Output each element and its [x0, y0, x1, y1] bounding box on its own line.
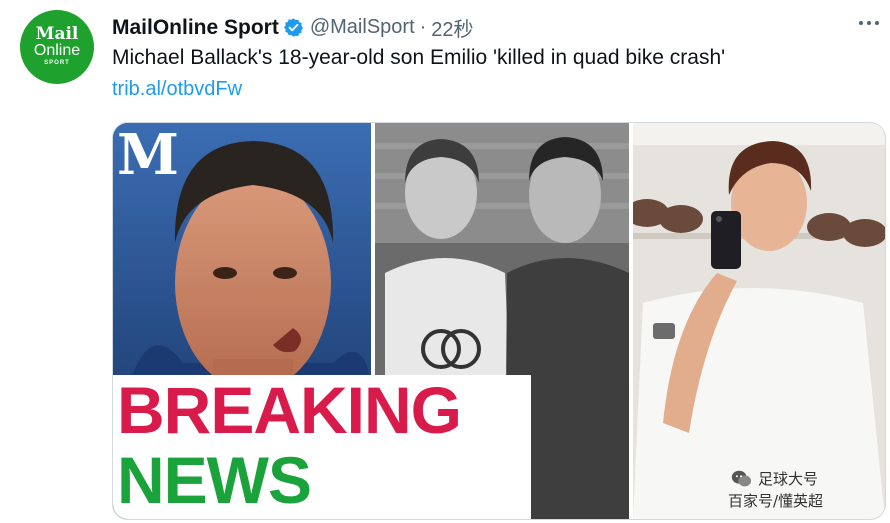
more-dot: [859, 21, 863, 25]
separator-dot: ·: [419, 16, 427, 38]
more-dot: [875, 21, 879, 25]
avatar-logo-sport: SPORT: [44, 59, 70, 66]
user-handle[interactable]: @MailSport: [310, 16, 415, 39]
media-photo-selfie[interactable]: [633, 123, 885, 519]
tweet-header: MailOnline Sport @MailSport · 22秒: [112, 13, 474, 42]
display-name[interactable]: MailOnline Sport: [112, 16, 279, 40]
selfie-illustration: [633, 123, 885, 519]
breaking-text: BREAKING: [117, 373, 462, 447]
media-grid[interactable]: M BREAKING NEWS: [112, 122, 886, 520]
tweet-text: Michael Ballack's 18-year-old son Emilio…: [112, 46, 726, 69]
wechat-icon: [731, 470, 752, 487]
avatar-logo-online: Online: [33, 41, 81, 59]
tweet-timestamp[interactable]: 22秒: [431, 13, 473, 42]
news-text: NEWS: [117, 443, 312, 517]
more-dot: [867, 21, 871, 25]
dailymail-logo: M: [117, 123, 179, 188]
verified-badge-icon: [283, 18, 303, 37]
more-options-icon[interactable]: [856, 12, 882, 34]
tweet-card[interactable]: Mail Online SPORT MailOnline Sport @Mail…: [0, 0, 890, 523]
tweet-link[interactable]: trib.al/otbvdFw: [112, 78, 242, 101]
avatar-logo-mail: Mail: [35, 23, 79, 44]
watermark: 足球大号: [730, 468, 818, 490]
watermark-line-1: 足球大号: [758, 470, 819, 488]
watermark-line-2: 百家号/懂英超: [728, 492, 824, 510]
avatar[interactable]: Mail Online SPORT: [20, 10, 94, 84]
breaking-news-banner: BREAKING NEWS: [113, 375, 531, 519]
